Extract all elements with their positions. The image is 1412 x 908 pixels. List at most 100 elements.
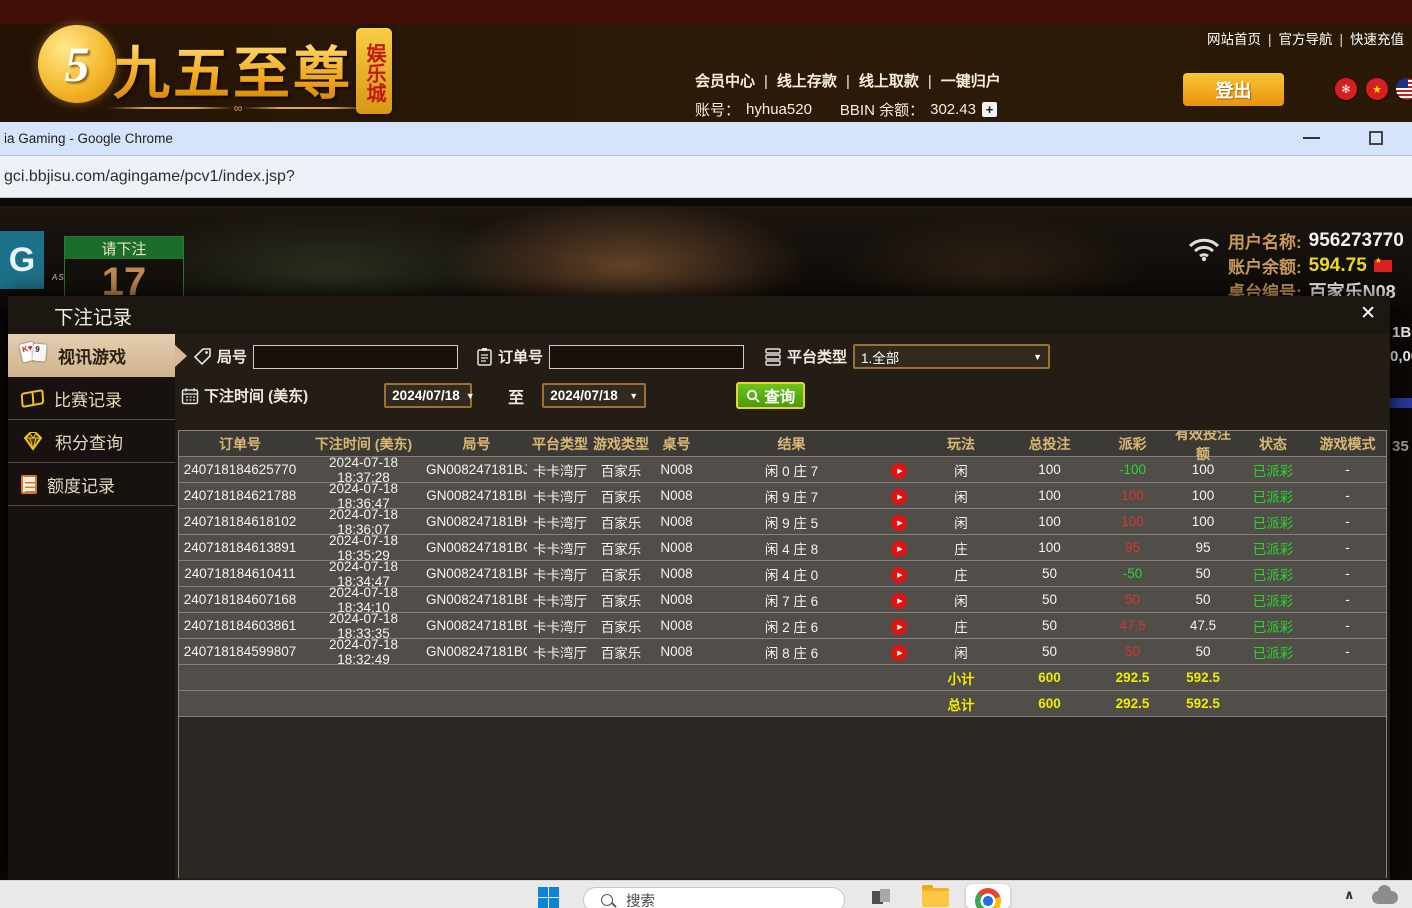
play-type: 总计: [919, 694, 1003, 714]
game-type: 百家乐: [593, 486, 649, 506]
balance-label: BBIN 余额：: [840, 99, 924, 120]
play-type: 庄: [919, 538, 1003, 558]
status: 已派彩: [1237, 460, 1309, 480]
logout-button[interactable]: 登出: [1183, 73, 1284, 106]
order-number-input[interactable]: [549, 345, 744, 369]
link-official-nav[interactable]: 官方导航: [1278, 32, 1332, 47]
separator: |: [846, 73, 850, 90]
hongkong-flag-icon[interactable]: ✻: [1335, 78, 1357, 100]
game-type: 百家乐: [593, 512, 649, 532]
windows-start-icon[interactable]: [538, 887, 559, 908]
browser-urlbar[interactable]: gci.bbjisu.com/agingame/pcv1/index.jsp?: [0, 155, 1412, 198]
browser-titlebar: ia Gaming - Google Chrome: [0, 122, 1412, 155]
link-home[interactable]: 网站首页: [1207, 32, 1261, 47]
game-mode: -: [1309, 618, 1386, 633]
link-withdraw[interactable]: 线上取款: [859, 73, 919, 90]
valid-bet: 50: [1169, 644, 1237, 659]
payout: 50: [1096, 644, 1169, 659]
sidebar-item-quota-records[interactable]: 额度记录: [8, 463, 175, 506]
platform: 卡卡湾厅: [527, 590, 593, 610]
replay-button[interactable]: ▶: [891, 567, 907, 583]
table-no: N008: [649, 540, 704, 555]
round-id: GN008247181BH: [426, 514, 527, 529]
link-deposit[interactable]: 线上存款: [777, 73, 837, 90]
tray-chevron-icon[interactable]: ∧: [1344, 887, 1355, 903]
link-one-key-transfer[interactable]: 一键归户: [941, 73, 1001, 90]
result: 闲 9 庄 5: [704, 512, 879, 532]
table-header-row: 订单号下注时间 (美东)局号平台类型游戏类型桌号结果玩法总投注派彩有效投注额状态…: [179, 431, 1386, 457]
account-label: 账号：: [695, 99, 740, 120]
file-explorer-icon[interactable]: [922, 888, 949, 907]
play-type: 闲: [919, 590, 1003, 610]
usa-flag-icon[interactable]: [1396, 78, 1412, 100]
minimize-button[interactable]: [1303, 137, 1320, 139]
taskbar-search-input[interactable]: 搜索: [583, 887, 845, 908]
round-id: GN008247181BD: [426, 618, 527, 633]
payout: 100: [1096, 488, 1169, 503]
platform-type-select[interactable]: 1.全部 ▼: [853, 344, 1050, 369]
valid-bet: 50: [1169, 592, 1237, 607]
wifi-icon: [1186, 234, 1222, 262]
total-bet: 50: [1003, 592, 1096, 607]
account-row: 账号： hyhua520 BBIN 余额： 302.43 +: [695, 99, 997, 120]
chrome-taskbar-icon[interactable]: [966, 884, 1010, 908]
order-id: 240718184613891: [179, 540, 301, 555]
header-round-id: 局号: [426, 434, 527, 454]
chevron-down-icon: ▼: [629, 391, 638, 401]
link-quick-recharge[interactable]: 快速充值: [1350, 32, 1404, 47]
status: 已派彩: [1237, 564, 1309, 584]
round-id: GN008247181BI: [426, 488, 527, 503]
round-id: GN008247181BC: [426, 644, 527, 659]
replay-button[interactable]: ▶: [891, 619, 907, 635]
close-icon[interactable]: ✕: [1360, 303, 1376, 325]
separator: |: [764, 73, 768, 90]
replay-button[interactable]: ▶: [891, 593, 907, 609]
date-from-select[interactable]: 2024/07/18 ▼: [384, 383, 472, 408]
result: 闲 8 庄 6: [704, 642, 879, 662]
table-row: 2407181846217882024-07-18 18:36:47GN0082…: [179, 483, 1386, 509]
replay: ▶: [879, 617, 919, 635]
replay-button[interactable]: ▶: [891, 489, 907, 505]
valid-bet: 592.5: [1169, 696, 1237, 711]
query-button[interactable]: 查询: [736, 382, 805, 409]
order-number-label: 订单号: [498, 346, 543, 367]
separator: |: [928, 73, 932, 90]
sidebar-item-label: 积分查询: [55, 429, 123, 454]
play-type: 庄: [919, 564, 1003, 584]
play-type: 闲: [919, 512, 1003, 532]
replay-button[interactable]: ▶: [891, 463, 907, 479]
maximize-button[interactable]: [1369, 131, 1383, 145]
table-no: N008: [649, 644, 704, 659]
onedrive-cloud-icon[interactable]: [1372, 891, 1398, 904]
game-type: 百家乐: [593, 642, 649, 662]
sidebar-item-points-query[interactable]: 积分查询: [8, 420, 175, 463]
replay-button[interactable]: ▶: [891, 645, 907, 661]
total-bet: 50: [1003, 566, 1096, 581]
round-id: GN008247181BJ: [426, 462, 527, 477]
replay-button[interactable]: ▶: [891, 541, 907, 557]
round-number-input[interactable]: [253, 345, 458, 369]
sidebar-item-match-records[interactable]: 比赛记录: [8, 377, 175, 420]
date-to-select[interactable]: 2024/07/18 ▼: [542, 383, 646, 408]
task-view-icon[interactable]: [872, 889, 890, 905]
game-type: 百家乐: [593, 564, 649, 584]
payout: 95: [1096, 540, 1169, 555]
play-type: 闲: [919, 642, 1003, 662]
play-type: 闲: [919, 486, 1003, 506]
bet-records-dialog: 下注记录 ✕ K♥9 视讯游戏 比赛记录 积分查询 额度记录: [8, 296, 1390, 880]
replay-button[interactable]: ▶: [891, 515, 907, 531]
platform-stack-icon: [764, 347, 782, 366]
platform: 卡卡湾厅: [527, 486, 593, 506]
refresh-balance-icon[interactable]: +: [982, 102, 997, 117]
status: 已派彩: [1237, 538, 1309, 558]
member-nav: 会员中心 | 线上存款 | 线上取款 | 一键归户: [695, 70, 1001, 91]
china-flag-icon[interactable]: ★: [1366, 78, 1388, 100]
table-row: 2407181846071682024-07-18 18:34:10GN0082…: [179, 587, 1386, 613]
round-id: GN008247181BG: [426, 540, 527, 555]
link-member-center[interactable]: 会员中心: [695, 73, 755, 90]
separator: |: [1268, 32, 1272, 47]
result: 闲 4 庄 0: [704, 564, 879, 584]
url-text[interactable]: gci.bbjisu.com/agingame/pcv1/index.jsp?: [4, 168, 295, 186]
sidebar-item-video-games[interactable]: K♥9 视讯游戏: [8, 334, 175, 377]
site-logo-icon: 5: [38, 25, 116, 103]
